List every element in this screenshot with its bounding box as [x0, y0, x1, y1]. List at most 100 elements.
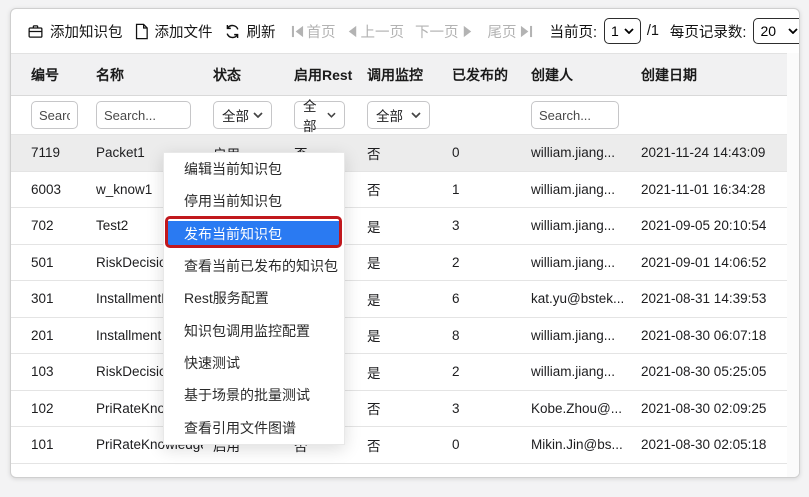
cell-monitor: 否 [367, 183, 381, 199]
first-page-button[interactable]: 首页 [291, 21, 336, 42]
table-row[interactable]: 702 Test2 是 3 william.jiang... 2021-09-0… [11, 208, 787, 245]
cell-creator: william.jiang... [531, 181, 616, 197]
page-size-select[interactable]: 20 [753, 18, 799, 44]
context-menu-item-label: 快速测试 [184, 354, 240, 371]
cell-monitor: 否 [367, 146, 381, 162]
page-size-value: 20 [760, 23, 777, 39]
cell-published: 6 [452, 291, 460, 307]
context-menu-item-label: 查看当前已发布的知识包 [184, 258, 338, 275]
table-row[interactable]: 6003 w_know1 否 1 william.jiang... 2021-1… [11, 171, 787, 208]
cell-monitor: 是 [367, 219, 381, 235]
knowledge-package-table: 编号 名称 状态 启用Rest 调用监控 已发布的 创建人 创建日期 全部 全部 [11, 54, 788, 464]
context-menu-item[interactable]: 基于场景的批量测试 [164, 379, 344, 411]
last-page-button[interactable]: 尾页 [488, 21, 533, 42]
table-row[interactable]: 103 RiskDecision... 是 2 william.jiang...… [11, 354, 787, 391]
last-page-label: 尾页 [487, 24, 517, 41]
refresh-icon [224, 23, 241, 40]
table-header-row: 编号 名称 状态 启用Rest 调用监控 已发布的 创建人 创建日期 [11, 54, 787, 96]
cell-monitor: 是 [367, 329, 381, 345]
current-page-select[interactable]: 1 [604, 18, 641, 44]
monitor-filter-select[interactable]: 全部 [367, 101, 430, 129]
rest-filter-value: 全部 [303, 99, 317, 134]
cell-creator: Kobe.Zhou@... [531, 400, 623, 416]
col-header-name: 名称 [96, 66, 124, 83]
cell-monitor: 否 [367, 438, 381, 454]
col-header-status: 状态 [213, 66, 241, 83]
status-filter-select[interactable]: 全部 [213, 101, 272, 129]
cell-published: 3 [452, 218, 460, 234]
cell-monitor: 否 [367, 402, 381, 418]
col-header-creator: 创建人 [531, 66, 573, 83]
context-menu-item[interactable]: 停用当前知识包 [164, 185, 344, 217]
context-menu-item[interactable]: Rest服务配置 [164, 282, 344, 314]
col-header-created: 创建日期 [641, 66, 697, 83]
col-header-published: 已发布的 [452, 66, 508, 83]
toolbar: 添加知识包 添加文件 刷新 首页 上一页 下一页 尾页 当前页: 1 /1 每页… [11, 9, 799, 54]
first-page-label: 首页 [306, 24, 336, 41]
next-page-button[interactable]: 下一页 [415, 21, 473, 42]
scrollbar-gutter [787, 53, 799, 477]
table-row[interactable]: 7119 Packet1 启用 否 否 0 william.jiang... 2… [11, 135, 787, 172]
add-package-button[interactable]: 添加知识包 [27, 21, 123, 42]
context-menu-item-label: 停用当前知识包 [184, 193, 282, 210]
context-menu-item[interactable]: 查看引用文件图谱 [164, 411, 344, 443]
cell-published: 0 [452, 145, 460, 161]
cell-monitor: 是 [367, 365, 381, 381]
status-filter-value: 全部 [222, 109, 249, 124]
creator-filter-input[interactable] [531, 101, 619, 129]
cell-creator: Mikin.Jin@bs... [531, 437, 623, 453]
cell-created: 2021-08-30 02:09:25 [641, 400, 767, 416]
monitor-filter-value: 全部 [376, 109, 403, 124]
table-row[interactable]: 201 Installment 是 8 william.jiang... 202… [11, 317, 787, 354]
cell-created: 2021-09-01 14:06:52 [641, 254, 767, 270]
cell-creator: william.jiang... [531, 218, 616, 234]
context-menu: 编辑当前知识包 停用当前知识包 发布当前知识包 查看当前已发布的知识包 Rest… [163, 152, 345, 445]
briefcase-icon [27, 23, 44, 40]
cell-created: 2021-08-30 06:07:18 [641, 327, 767, 343]
cell-creator: william.jiang... [531, 145, 616, 161]
table-row[interactable]: 102 PriRateKnow... 否 3 Kobe.Zhou@... 202… [11, 390, 787, 427]
table-row[interactable]: 101 PriRateKnowledge... 启用 否 否 0 Mikin.J… [11, 427, 787, 464]
refresh-button[interactable]: 刷新 [224, 21, 276, 42]
cell-creator: william.jiang... [531, 254, 616, 270]
name-filter-input[interactable] [96, 101, 191, 129]
table-row[interactable]: 501 RiskDecision... 是 2 william.jiang...… [11, 244, 787, 281]
table-row[interactable]: 301 InstallmentN... 是 6 kat.yu@bstek... … [11, 281, 787, 318]
page-size-label: 每页记录数: [669, 24, 747, 41]
file-icon [134, 23, 149, 40]
cell-published: 2 [452, 254, 460, 270]
col-header-id: 编号 [31, 66, 59, 83]
col-header-monitor: 调用监控 [367, 66, 423, 83]
page-total: /1 [646, 23, 659, 39]
last-page-icon [520, 25, 533, 38]
context-menu-item[interactable]: 知识包调用监控配置 [164, 314, 344, 346]
cell-created: 2021-09-05 20:10:54 [641, 218, 767, 234]
context-menu-item-label: 知识包调用监控配置 [184, 322, 310, 339]
cell-creator: william.jiang... [531, 364, 616, 380]
cell-id: 501 [31, 254, 54, 270]
cell-published: 0 [452, 437, 460, 453]
context-menu-item[interactable]: 发布当前知识包 [164, 215, 344, 250]
context-menu-item[interactable]: 编辑当前知识包 [164, 153, 344, 185]
prev-page-icon [347, 25, 358, 38]
context-menu-item[interactable]: 快速测试 [164, 347, 344, 379]
cell-published: 1 [452, 181, 460, 197]
cell-id: 103 [31, 364, 54, 380]
chevron-down-icon [411, 112, 421, 118]
rest-filter-select[interactable]: 全部 [294, 99, 345, 134]
cell-id: 101 [31, 437, 54, 453]
cell-id: 102 [31, 400, 54, 416]
context-menu-item[interactable]: 查看当前已发布的知识包 [164, 250, 344, 282]
cell-published: 3 [452, 400, 460, 416]
first-page-icon [291, 25, 304, 38]
chevron-down-icon [253, 112, 263, 118]
current-page-label: 当前页: [549, 24, 598, 41]
add-file-button[interactable]: 添加文件 [134, 21, 213, 42]
cell-created: 2021-08-30 02:05:18 [641, 437, 767, 453]
id-filter-input[interactable] [31, 101, 78, 129]
next-page-label: 下一页 [415, 24, 459, 41]
context-menu-item-label: 编辑当前知识包 [184, 161, 282, 178]
prev-page-button[interactable]: 上一页 [347, 21, 404, 42]
cell-id: 702 [31, 218, 54, 234]
cell-id: 201 [31, 327, 54, 343]
